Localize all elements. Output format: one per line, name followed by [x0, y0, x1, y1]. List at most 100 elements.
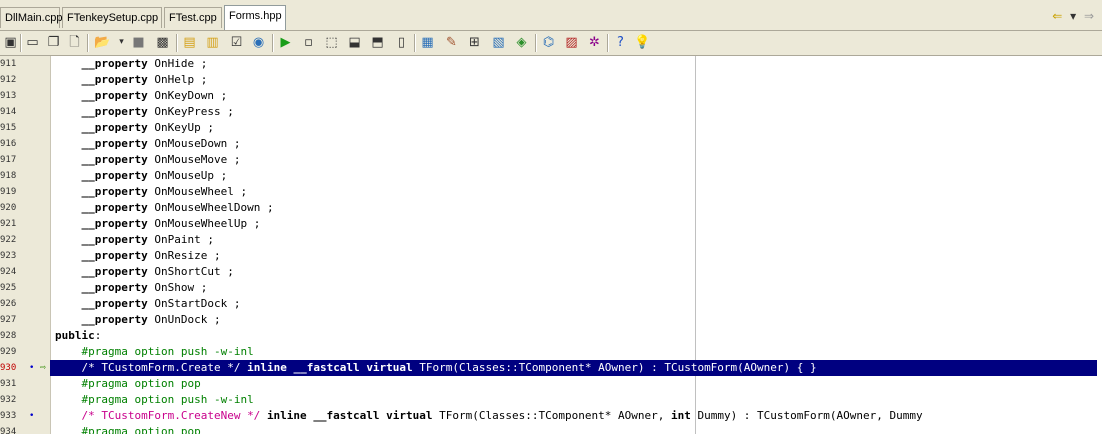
- copy-window-icon[interactable]: ❐: [45, 34, 62, 51]
- line-number: 931: [0, 379, 17, 389]
- code-text: __property OnKeyUp ;: [81, 121, 214, 134]
- run-icon[interactable]: ▶: [277, 34, 294, 51]
- tab-forms-hpp[interactable]: Forms.hpp: [224, 5, 286, 30]
- line-number: 919: [0, 187, 17, 197]
- pause-icon[interactable]: ▫: [300, 34, 317, 51]
- line-number: 917: [0, 155, 17, 165]
- code-line[interactable]: 918 __property OnMouseUp ;: [0, 168, 1102, 184]
- save-icon[interactable]: ■: [130, 34, 147, 51]
- package-icon[interactable]: ⊞: [466, 34, 483, 51]
- code-line[interactable]: 930 • ⇨ /* TCustomForm.Create */ inline __…: [0, 360, 1102, 376]
- code-line[interactable]: 914 __property OnKeyPress ;: [0, 104, 1102, 120]
- breakpoint-dot-icon[interactable]: •: [29, 360, 34, 376]
- help-icon[interactable]: ?: [612, 34, 629, 51]
- code-text: __property OnPaint ;: [81, 233, 214, 246]
- line-number: 911: [0, 59, 17, 69]
- object-inspector-icon[interactable]: ▧: [490, 34, 507, 51]
- tip-icon[interactable]: 💡: [634, 34, 651, 51]
- debug-windows-icon[interactable]: ▨: [563, 34, 580, 51]
- line-number: 916: [0, 139, 17, 149]
- line-number: 929: [0, 347, 17, 357]
- code-line[interactable]: 927 __property OnUnDock ;: [0, 312, 1102, 328]
- open-file-icon[interactable]: 📂: [94, 34, 111, 51]
- dropdown-arrow-icon[interactable]: ▾: [1070, 9, 1076, 23]
- code-line[interactable]: 922 __property OnPaint ;: [0, 232, 1102, 248]
- code-line[interactable]: 911 __property OnHide ;: [0, 56, 1102, 72]
- code-line[interactable]: 916 __property OnMouseDown ;: [0, 136, 1102, 152]
- program-reset-icon[interactable]: ▯: [393, 34, 410, 51]
- code-text: __property OnMouseUp ;: [81, 169, 228, 182]
- save-all-icon[interactable]: ▩: [154, 34, 171, 51]
- line-number: 918: [0, 171, 17, 181]
- add-to-project-icon[interactable]: ▤: [181, 34, 198, 51]
- code-text: __property OnResize ;: [81, 249, 221, 262]
- code-text: #pragma option pop: [81, 377, 201, 390]
- code-line[interactable]: 926 __property OnStartDock ;: [0, 296, 1102, 312]
- line-number: 915: [0, 123, 17, 133]
- new-file-icon[interactable]: 🗋: [66, 34, 83, 51]
- code-text: __property OnMouseDown ;: [81, 137, 241, 150]
- line-number: 921: [0, 219, 17, 229]
- line-number: 933: [0, 411, 17, 421]
- trace-into-icon[interactable]: ⬚: [323, 34, 340, 51]
- open-project-icon[interactable]: ▥: [204, 34, 221, 51]
- code-line[interactable]: 931 #pragma option pop: [0, 376, 1102, 392]
- back-arrow-icon[interactable]: ⇐: [1052, 9, 1062, 23]
- run-to-cursor-icon[interactable]: ⬒: [369, 34, 386, 51]
- code-line[interactable]: 928 public:: [0, 328, 1102, 344]
- open-dropdown-icon[interactable]: ▾: [113, 34, 130, 51]
- layout-icon[interactable]: ▣: [2, 34, 19, 51]
- code-text: #pragma option pop: [81, 425, 201, 434]
- code-line[interactable]: 912 __property OnHelp ;: [0, 72, 1102, 88]
- line-number: 920: [0, 203, 17, 213]
- code-text: __property OnKeyPress ;: [81, 105, 234, 118]
- line-number: 924: [0, 267, 17, 277]
- line-number: 930: [0, 363, 17, 373]
- navigation-arrows: ⇐ ▾ ⇒: [1048, 9, 1094, 23]
- code-line[interactable]: 915 __property OnKeyUp ;: [0, 120, 1102, 136]
- line-number: 922: [0, 235, 17, 245]
- line-number: 927: [0, 315, 17, 325]
- step-over-icon[interactable]: ⬓: [346, 34, 363, 51]
- line-number: 914: [0, 107, 17, 117]
- code-line[interactable]: 921 __property OnMouseWheelUp ;: [0, 216, 1102, 232]
- code-line[interactable]: 919 __property OnMouseWheel ;: [0, 184, 1102, 200]
- code-text: #pragma option push -w-inl: [81, 393, 254, 406]
- code-text: __property OnMouseWheelUp ;: [81, 217, 261, 230]
- tab-dllmain-cpp[interactable]: DllMain.cpp: [0, 7, 62, 28]
- code-line[interactable]: 924 __property OnShortCut ;: [0, 264, 1102, 280]
- component-icon[interactable]: ▦: [419, 34, 436, 51]
- code-line[interactable]: 923 __property OnResize ;: [0, 248, 1102, 264]
- code-line[interactable]: 920 __property OnMouseWheelDown ;: [0, 200, 1102, 216]
- window-icon[interactable]: ▭: [24, 34, 41, 51]
- line-number: 928: [0, 331, 17, 341]
- code-line[interactable]: 932 #pragma option push -w-inl: [0, 392, 1102, 408]
- remove-from-project-icon[interactable]: ☑: [228, 34, 245, 51]
- code-text: #pragma option push -w-inl: [81, 345, 254, 358]
- code-line[interactable]: 925 __property OnShow ;: [0, 280, 1102, 296]
- remote-icon[interactable]: ⌬: [540, 34, 557, 51]
- code-text: __property OnShow ;: [81, 281, 208, 294]
- code-text: __property OnMouseMove ;: [81, 153, 241, 166]
- code-text: public:: [55, 329, 102, 342]
- code-line[interactable]: 913 __property OnKeyDown ;: [0, 88, 1102, 104]
- toggle-form-unit-icon[interactable]: ◉: [250, 34, 267, 51]
- cpu-icon[interactable]: ✲: [586, 34, 603, 51]
- forward-arrow-icon[interactable]: ⇒: [1084, 9, 1094, 23]
- code-text: __property OnHide ;: [81, 57, 208, 70]
- code-line[interactable]: 934 #pragma option pop: [0, 424, 1102, 434]
- edit-icon[interactable]: ✎: [443, 34, 460, 51]
- code-text: __property OnMouseWheelDown ;: [81, 201, 274, 214]
- tab-ftenkeysetup-cpp[interactable]: FTenkeySetup.cpp: [62, 7, 162, 28]
- code-line[interactable]: 929 #pragma option push -w-inl: [0, 344, 1102, 360]
- breakpoint-dot-icon[interactable]: •: [29, 408, 34, 424]
- tab-ftest-cpp[interactable]: FTest.cpp: [164, 7, 222, 28]
- database-icon[interactable]: ◈: [513, 34, 530, 51]
- line-number: 926: [0, 299, 17, 309]
- code-line[interactable]: 917 __property OnMouseMove ;: [0, 152, 1102, 168]
- code-text: __property OnMouseWheel ;: [81, 185, 248, 198]
- code-editor[interactable]: 911 __property OnHide ; 912 __property On…: [0, 56, 1102, 434]
- line-number: 934: [0, 427, 17, 434]
- line-number: 923: [0, 251, 17, 261]
- code-line[interactable]: 933 • /* TCustomForm.CreateNew */ inline …: [0, 408, 1102, 424]
